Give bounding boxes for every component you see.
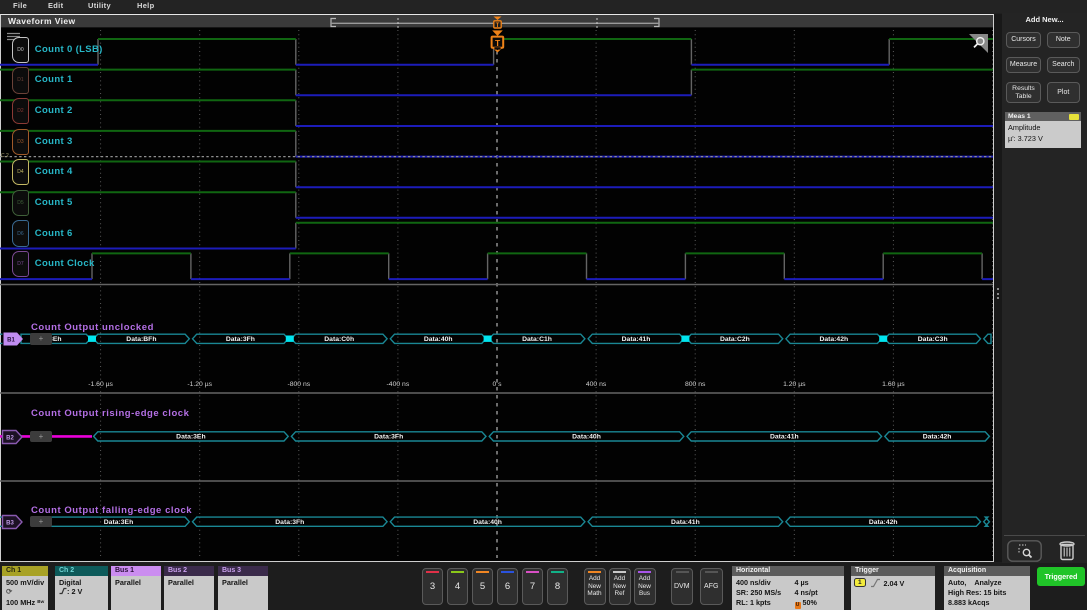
svg-text:Data:3Eh: Data:3Eh — [176, 434, 205, 441]
svg-text:B3: B3 — [6, 521, 14, 527]
svg-text:Data:3Fh: Data:3Fh — [275, 519, 304, 526]
svg-text:Data:42h: Data:42h — [819, 336, 848, 343]
svg-text:B2: B2 — [6, 436, 14, 442]
svg-text:Data:42h: Data:42h — [869, 519, 898, 526]
svg-text:Data:42h: Data:42h — [923, 434, 952, 441]
svg-text:Data:40h: Data:40h — [424, 336, 453, 343]
svg-text:B1: B1 — [7, 338, 15, 344]
svg-text:Data:C3h: Data:C3h — [918, 336, 948, 343]
svg-text:T: T — [495, 38, 501, 48]
svg-text:Data:41h: Data:41h — [770, 434, 799, 441]
svg-text:Data:40h: Data:40h — [572, 434, 601, 441]
svg-text:Data:BFh: Data:BFh — [126, 336, 156, 343]
svg-text:Data:C1h: Data:C1h — [522, 336, 552, 343]
svg-text:Data:3Fh: Data:3Fh — [226, 336, 255, 343]
svg-text:Data:3Fh: Data:3Fh — [374, 434, 403, 441]
svg-text:Data:C0h: Data:C0h — [324, 336, 354, 343]
svg-text:Data:C2h: Data:C2h — [720, 336, 750, 343]
svg-text:Data:41h: Data:41h — [671, 519, 700, 526]
svg-text:Data:40h: Data:40h — [473, 519, 502, 526]
svg-text:T: T — [496, 23, 500, 29]
svg-text:Data:3Eh: Data:3Eh — [104, 519, 133, 526]
svg-text:Data:41h: Data:41h — [622, 336, 651, 343]
